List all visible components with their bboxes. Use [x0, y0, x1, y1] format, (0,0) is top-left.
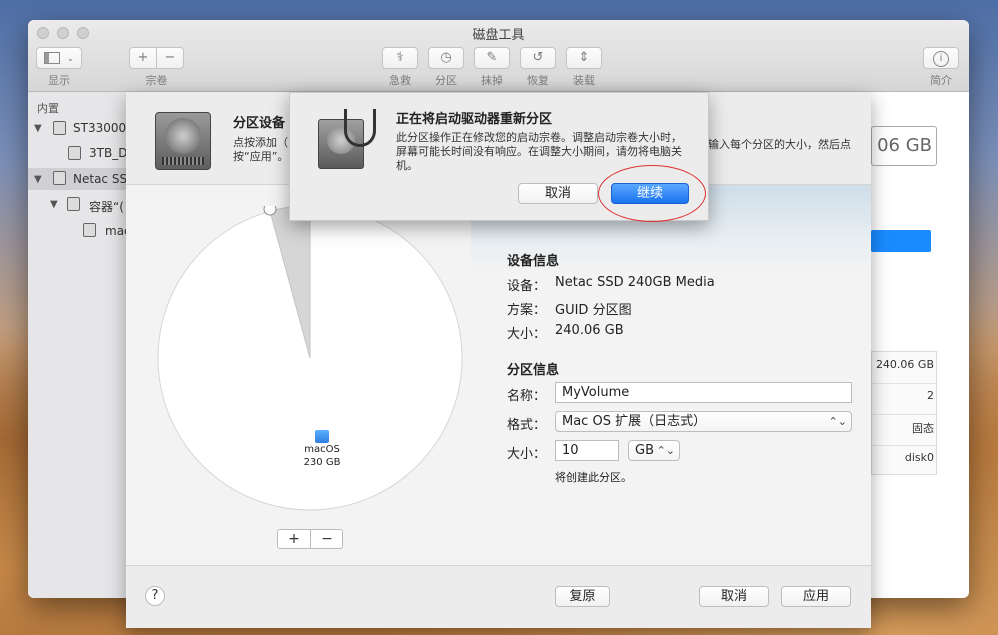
pie-label: macOS [286, 444, 358, 455]
disk-icon [53, 171, 66, 185]
view-toggle-button[interactable]: ⌄ [36, 47, 82, 69]
pie-size: 230 GB [286, 457, 358, 468]
partition-label: 分区 [428, 72, 464, 88]
first-aid-button[interactable]: ⚕ [382, 47, 418, 69]
window-title: 磁盘工具 [28, 24, 969, 43]
finder-icon [315, 430, 329, 443]
capacity-display: 06 GB [871, 126, 937, 166]
sheet-description: 点按添加（+ 按“应用”。 [233, 136, 297, 164]
stethoscope-icon: ⚕ [396, 50, 403, 65]
sidebar-icon [44, 52, 60, 64]
disclosure-triangle-icon[interactable]: ▼ [50, 199, 58, 210]
mount-button[interactable]: ⇕ [566, 47, 602, 69]
pie-icon: ◷ [440, 50, 451, 65]
info-table: 240.06 GB 2 固态 disk0 [871, 351, 937, 475]
unit-value: GB [635, 443, 654, 458]
erase-button[interactable]: ✎ [474, 47, 510, 69]
sidebar-section-internal: 内置 [37, 100, 59, 116]
sidebar-item-netac[interactable]: Netac SS [73, 172, 127, 186]
revert-button[interactable]: 复原 [555, 586, 610, 607]
device-size-label: 大小： [507, 323, 546, 342]
scheme-label: 方案： [507, 299, 546, 318]
info-button[interactable]: i [923, 47, 959, 69]
stethoscope-icon [344, 109, 376, 147]
volume-label: 宗卷 [129, 72, 184, 88]
container-icon [67, 197, 80, 211]
info-capacity: 240.06 GB [872, 358, 934, 371]
info-icon: i [933, 51, 949, 67]
restore-icon: ↺ [533, 50, 544, 65]
partition-note: 将创建此分区。 [555, 469, 632, 485]
device-info-heading: 设备信息 [507, 250, 559, 269]
partition-name-input[interactable]: MyVolume [555, 382, 852, 403]
device-size-value: 240.06 GB [555, 323, 624, 338]
disk-icon [68, 146, 81, 160]
add-remove-partition-group: + − [277, 529, 343, 549]
sheet-cancel-button[interactable]: 取消 [699, 586, 769, 607]
sheet-title: 分区设备 [233, 112, 285, 131]
sheet-description-right: 输入每个分区的大小，然后点 [708, 136, 851, 152]
sidebar: 内置 ▼ ST33000 3TB_D ▼ Netac SS ▼ 容器“( mac [28, 92, 128, 598]
pie-resize-handle[interactable] [264, 206, 276, 215]
help-button[interactable]: ? [145, 586, 165, 606]
add-volume-button[interactable]: + [129, 47, 157, 69]
info-device: disk0 [872, 451, 934, 464]
partition-size-label: 大小： [507, 443, 546, 462]
erase-label: 抹掉 [474, 72, 510, 88]
sheet-description-line1: 点按添加（+ [233, 136, 297, 150]
hard-drive-icon [155, 112, 211, 170]
alert-cancel-button[interactable]: 取消 [518, 183, 598, 204]
alert-message-line2: 屏幕可能长时间没有响应。在调整大小期间，请勿将电脑关 [396, 145, 682, 159]
disclosure-triangle-icon[interactable]: ▼ [34, 123, 42, 134]
partition-size-input[interactable]: 10 [555, 440, 619, 461]
alert-title: 正在将启动驱动器重新分区 [396, 108, 552, 127]
unit-select[interactable]: GB ⌃⌄ [628, 440, 680, 461]
partition-info-heading: 分区信息 [507, 359, 559, 378]
scheme-value: GUID 分区图 [555, 299, 632, 318]
add-partition-button[interactable]: + [278, 530, 311, 548]
disk-utility-icon [316, 109, 378, 171]
alert-message-line1: 此分区操作正在修改您的启动宗卷。调整启动宗卷大小时， [396, 131, 682, 145]
sidebar-item-st3000[interactable]: ST33000 [73, 121, 126, 135]
partition-button[interactable]: ◷ [428, 47, 464, 69]
sidebar-item-3tb[interactable]: 3TB_D [89, 146, 127, 160]
toolbar: 磁盘工具 ⌄ 显示 + − 宗卷 ⚕ 急救 ◷ 分区 ✎ 抹掉 ↺ 恢复 ⇕ [28, 20, 969, 92]
disk-icon [53, 121, 66, 135]
partition-pie-chart[interactable]: macOS 230 GB [156, 206, 464, 512]
annotation-circle [598, 165, 706, 222]
updown-chevron-icon: ⌃⌄ [829, 412, 847, 431]
mount-icon: ⇕ [579, 50, 590, 65]
name-label: 名称： [507, 385, 546, 404]
remove-partition-button[interactable]: − [311, 530, 343, 548]
restore-label: 恢复 [520, 72, 556, 88]
info-label: 简介 [923, 72, 959, 88]
usage-bar [871, 230, 931, 252]
restore-button[interactable]: ↺ [520, 47, 556, 69]
mount-label: 装载 [566, 72, 602, 88]
erase-icon: ✎ [487, 50, 498, 65]
device-value: Netac SSD 240GB Media [555, 275, 715, 290]
sheet-description-line2: 按“应用”。 [233, 150, 297, 164]
updown-chevron-icon: ⌃⌄ [657, 441, 675, 460]
apply-button[interactable]: 应用 [781, 586, 851, 607]
sidebar-item-container[interactable]: 容器“( [89, 198, 124, 215]
info-type: 固态 [872, 420, 934, 436]
remove-volume-button[interactable]: − [156, 47, 184, 69]
disclosure-triangle-icon[interactable]: ▼ [34, 174, 42, 185]
first-aid-label: 急救 [382, 72, 418, 88]
format-select[interactable]: Mac OS 扩展（日志式） ⌃⌄ [555, 411, 852, 432]
view-label: 显示 [36, 72, 82, 88]
format-value: Mac OS 扩展（日志式） [562, 414, 706, 429]
info-children: 2 [872, 389, 934, 402]
chevron-down-icon: ⌄ [67, 54, 75, 64]
device-label: 设备： [507, 275, 546, 294]
format-label: 格式： [507, 414, 546, 433]
disk-icon [83, 223, 96, 237]
